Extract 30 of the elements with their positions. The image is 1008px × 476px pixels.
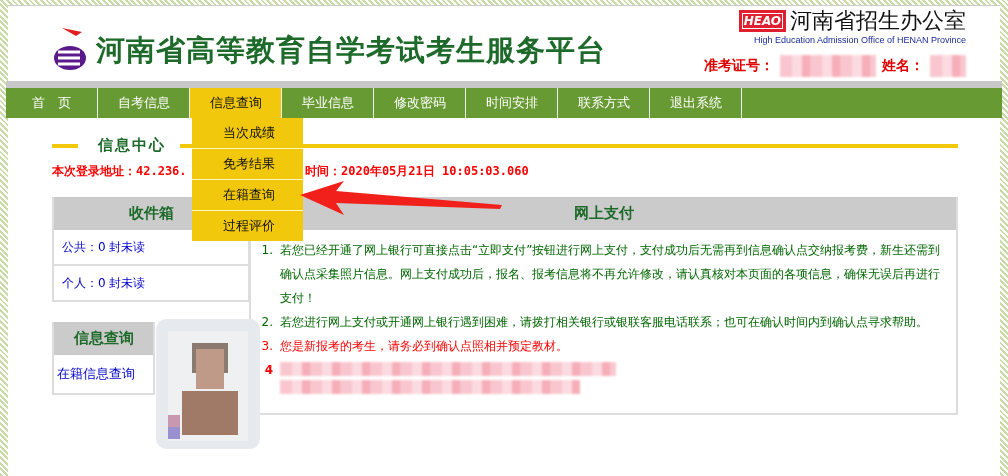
field-label: 姓名： <box>882 57 924 75</box>
item-number: 1. <box>261 242 273 259</box>
section-title: 信息中心 <box>96 136 167 155</box>
dropdown-item[interactable]: 在籍查询 <box>192 179 303 210</box>
login-info: 时间：2020年05月21日 10:05:03.060 <box>305 163 529 180</box>
panel-header: 信息查询 <box>54 322 153 355</box>
dropdown-item[interactable]: 当次成绩 <box>192 118 303 148</box>
mail-count: 公共：0 封未读 <box>61 239 147 256</box>
nav-tab[interactable]: 退出系统 <box>650 88 742 118</box>
dropdown-item[interactable]: 过程评价 <box>192 210 303 241</box>
nav-tab[interactable]: 信息查询 <box>190 88 282 118</box>
nav-tab[interactable]: 首 页 <box>6 88 98 118</box>
mail-count: 个人：0 封未读 <box>54 264 248 300</box>
nav-tab[interactable]: 修改密码 <box>374 88 466 118</box>
item-number: 3. <box>261 338 273 355</box>
query-link[interactable]: 在籍信息查询 <box>54 355 153 393</box>
instruction-text: 您是新报考的考生，请务必到确认点照相并预定教材。 <box>280 338 568 355</box>
nav-tab[interactable]: 联系方式 <box>558 88 650 118</box>
org-english-name: High Education Admission Office of HENAN Province <box>754 35 966 45</box>
item-number: 2. <box>261 314 273 331</box>
instruction-text: 若您已经开通了网上银行可直接点击“立即支付”按钮进行网上支付，支付成功后无需再到信息确认点交纳报考费，新生还需到确认点采集照片信息。网上支付成功后，报名、报考信息将不再允许修改，请认真核对本页面的各项信息，确保无误后再进行支付！ <box>280 242 942 307</box>
org-name: 河南省招生办公室 <box>790 7 966 35</box>
org-logo: HEAO <box>738 10 786 32</box>
login-info: 本次登录地址：42.236. <box>52 163 188 180</box>
nav-tab[interactable]: 时间安排 <box>466 88 558 118</box>
instruction-text: 若您进行网上支付或开通网上银行遇到困难，请拨打相关银行或银联客服电话联系；也可在确认时间内到确认点寻求帮助。 <box>280 314 928 331</box>
site-title: 河南省高等教育自学考试考生服务平台 <box>96 32 606 69</box>
dropdown-item[interactable]: 免考结果 <box>192 148 303 179</box>
item-number: 4 <box>263 362 273 379</box>
field-label: 准考证号： <box>704 57 774 75</box>
